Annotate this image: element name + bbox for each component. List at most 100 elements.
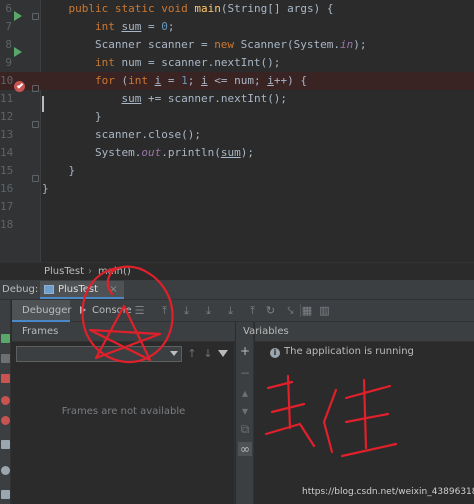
line-number: 15 — [0, 164, 14, 177]
code-token: new — [214, 38, 235, 51]
code-line[interactable]: scanner.close(); — [42, 126, 201, 144]
code-token: num = scanner.nextInt(); — [114, 56, 281, 69]
code-token: int — [94, 20, 115, 33]
run-to-cursor-icon[interactable]: ⤥ — [284, 304, 297, 317]
line-number: 6 — [5, 2, 12, 15]
tab-debugger[interactable]: Debugger — [12, 300, 72, 322]
line-number: 7 — [5, 20, 12, 33]
evaluate-expression-icon[interactable]: ▦ — [300, 304, 313, 317]
code-token: out — [141, 146, 162, 159]
code-token: i — [200, 74, 208, 87]
variables-toolbar: + − ▴ ▾ ⧉ ∞ — [236, 322, 254, 504]
code-line[interactable]: System.out.println(sum); — [42, 144, 254, 162]
fold-marker-icon[interactable] — [32, 13, 39, 20]
code-token: Scanner(System. — [234, 38, 341, 51]
close-icon[interactable]: × — [109, 284, 117, 295]
breadcrumb-separator: › — [88, 266, 92, 277]
code-token: System. — [42, 146, 142, 159]
tab-debugger-label: Debugger — [22, 305, 72, 316]
fold-marker-icon[interactable] — [32, 121, 39, 128]
variables-header-label: Variables — [243, 326, 289, 337]
move-up-icon[interactable]: ▴ — [238, 386, 252, 400]
layout-settings-icon[interactable]: ▥ — [318, 304, 331, 317]
code-line[interactable]: } — [42, 180, 49, 198]
code-token: static — [114, 2, 155, 15]
view-breakpoints-icon[interactable] — [1, 396, 10, 405]
tab-console[interactable]: Console — [78, 300, 132, 322]
pause-icon[interactable] — [1, 354, 10, 363]
menu-icon[interactable]: ☰ — [133, 304, 146, 317]
fold-marker-icon[interactable] — [32, 85, 39, 92]
run-class-icon[interactable] — [14, 11, 22, 21]
breadcrumb-method[interactable]: main() — [98, 266, 131, 277]
settings-icon[interactable] — [1, 466, 10, 475]
code-token: (String[] args) { — [220, 2, 334, 15]
session-tab-label: PlusTest — [58, 284, 99, 295]
stop-icon[interactable] — [1, 374, 10, 383]
code-token: Scanner scanner = — [42, 38, 215, 51]
debug-actions-toolbar — [0, 300, 11, 504]
variables-panel: Variables i The application is running — [243, 322, 474, 504]
line-number: 12 — [0, 110, 14, 123]
variables-header: Variables — [243, 322, 474, 342]
code-line[interactable]: } — [42, 108, 102, 126]
breadcrumb-class[interactable]: PlusTest — [44, 266, 84, 277]
debug-session-tab[interactable]: PlusTest × — [40, 281, 124, 299]
frames-panel: Frames ↑ ↓ Frames are not available — [12, 322, 235, 504]
code-token: int — [94, 56, 115, 69]
watermark: https://blog.csdn.net/weixin_43896318 — [302, 487, 474, 497]
code-line[interactable]: int num = scanner.nextInt(); — [42, 54, 280, 72]
arrow-up-icon[interactable]: ↑ — [185, 347, 199, 361]
code-line[interactable]: } — [42, 162, 75, 180]
code-line[interactable]: public static void main(String[] args) { — [42, 0, 334, 18]
fold-marker-icon[interactable] — [32, 175, 39, 182]
debugger-subtabs: Debugger Console ☰ ⤒ ⤓ ⤓ ⤓ ⤒ ↻ ⤥ ▦ ▥ — [12, 300, 474, 322]
code-token: 0 — [161, 20, 168, 33]
chevron-down-icon — [170, 351, 178, 356]
drop-frame-icon[interactable]: ↻ — [264, 304, 277, 317]
code-token: .println( — [161, 146, 221, 159]
step-into-icon[interactable]: ⤓ — [202, 304, 215, 317]
move-down-icon[interactable]: ▾ — [238, 404, 252, 418]
arrow-down-icon[interactable]: ↓ — [201, 347, 215, 361]
code-line[interactable]: Scanner scanner = new Scanner(System.in)… — [42, 36, 367, 54]
code-line[interactable]: int sum = 0; — [42, 18, 175, 36]
tab-console-label: Console — [92, 305, 132, 316]
glasses-icon[interactable]: ∞ — [238, 442, 252, 456]
mute-breakpoints-icon[interactable] — [1, 416, 10, 425]
code-token: main — [194, 2, 221, 15]
code-line[interactable]: sum += scanner.nextInt(); — [42, 90, 287, 108]
code-editor[interactable]: 6 public static void main(String[] args)… — [0, 0, 474, 262]
code-token: ; — [187, 74, 201, 87]
remove-watch-icon[interactable]: − — [238, 366, 252, 380]
run-main-icon[interactable] — [14, 47, 22, 57]
line-number: 14 — [0, 146, 14, 159]
code-token: scanner.close(); — [42, 128, 201, 141]
line-number: 9 — [5, 56, 12, 69]
step-out-icon[interactable]: ⤒ — [246, 304, 259, 317]
thread-select[interactable] — [16, 346, 182, 362]
add-watch-icon[interactable]: + — [238, 344, 252, 358]
frames-empty-message: Frames are not available — [61, 406, 186, 417]
camera-icon[interactable] — [1, 440, 10, 449]
code-token: i — [267, 74, 274, 87]
step-over-icon[interactable]: ⤓ — [180, 304, 193, 317]
frames-header: Frames — [12, 322, 235, 342]
code-token: ++) { — [273, 74, 307, 87]
code-line[interactable]: for (int i = 1; i <= num; i++) { — [42, 72, 307, 90]
filter-icon[interactable] — [218, 350, 228, 357]
code-token: sum — [220, 146, 241, 159]
code-token: for — [94, 74, 115, 87]
frames-header-label: Frames — [22, 326, 59, 337]
force-step-into-icon[interactable]: ⤓ — [224, 304, 237, 317]
show-execution-point-icon[interactable]: ⤒ — [158, 304, 171, 317]
application-icon — [44, 285, 54, 294]
copy-icon[interactable]: ⧉ — [238, 422, 252, 436]
code-token: sum — [121, 92, 142, 105]
pin-icon[interactable] — [1, 490, 10, 499]
resume-icon[interactable] — [1, 334, 10, 343]
